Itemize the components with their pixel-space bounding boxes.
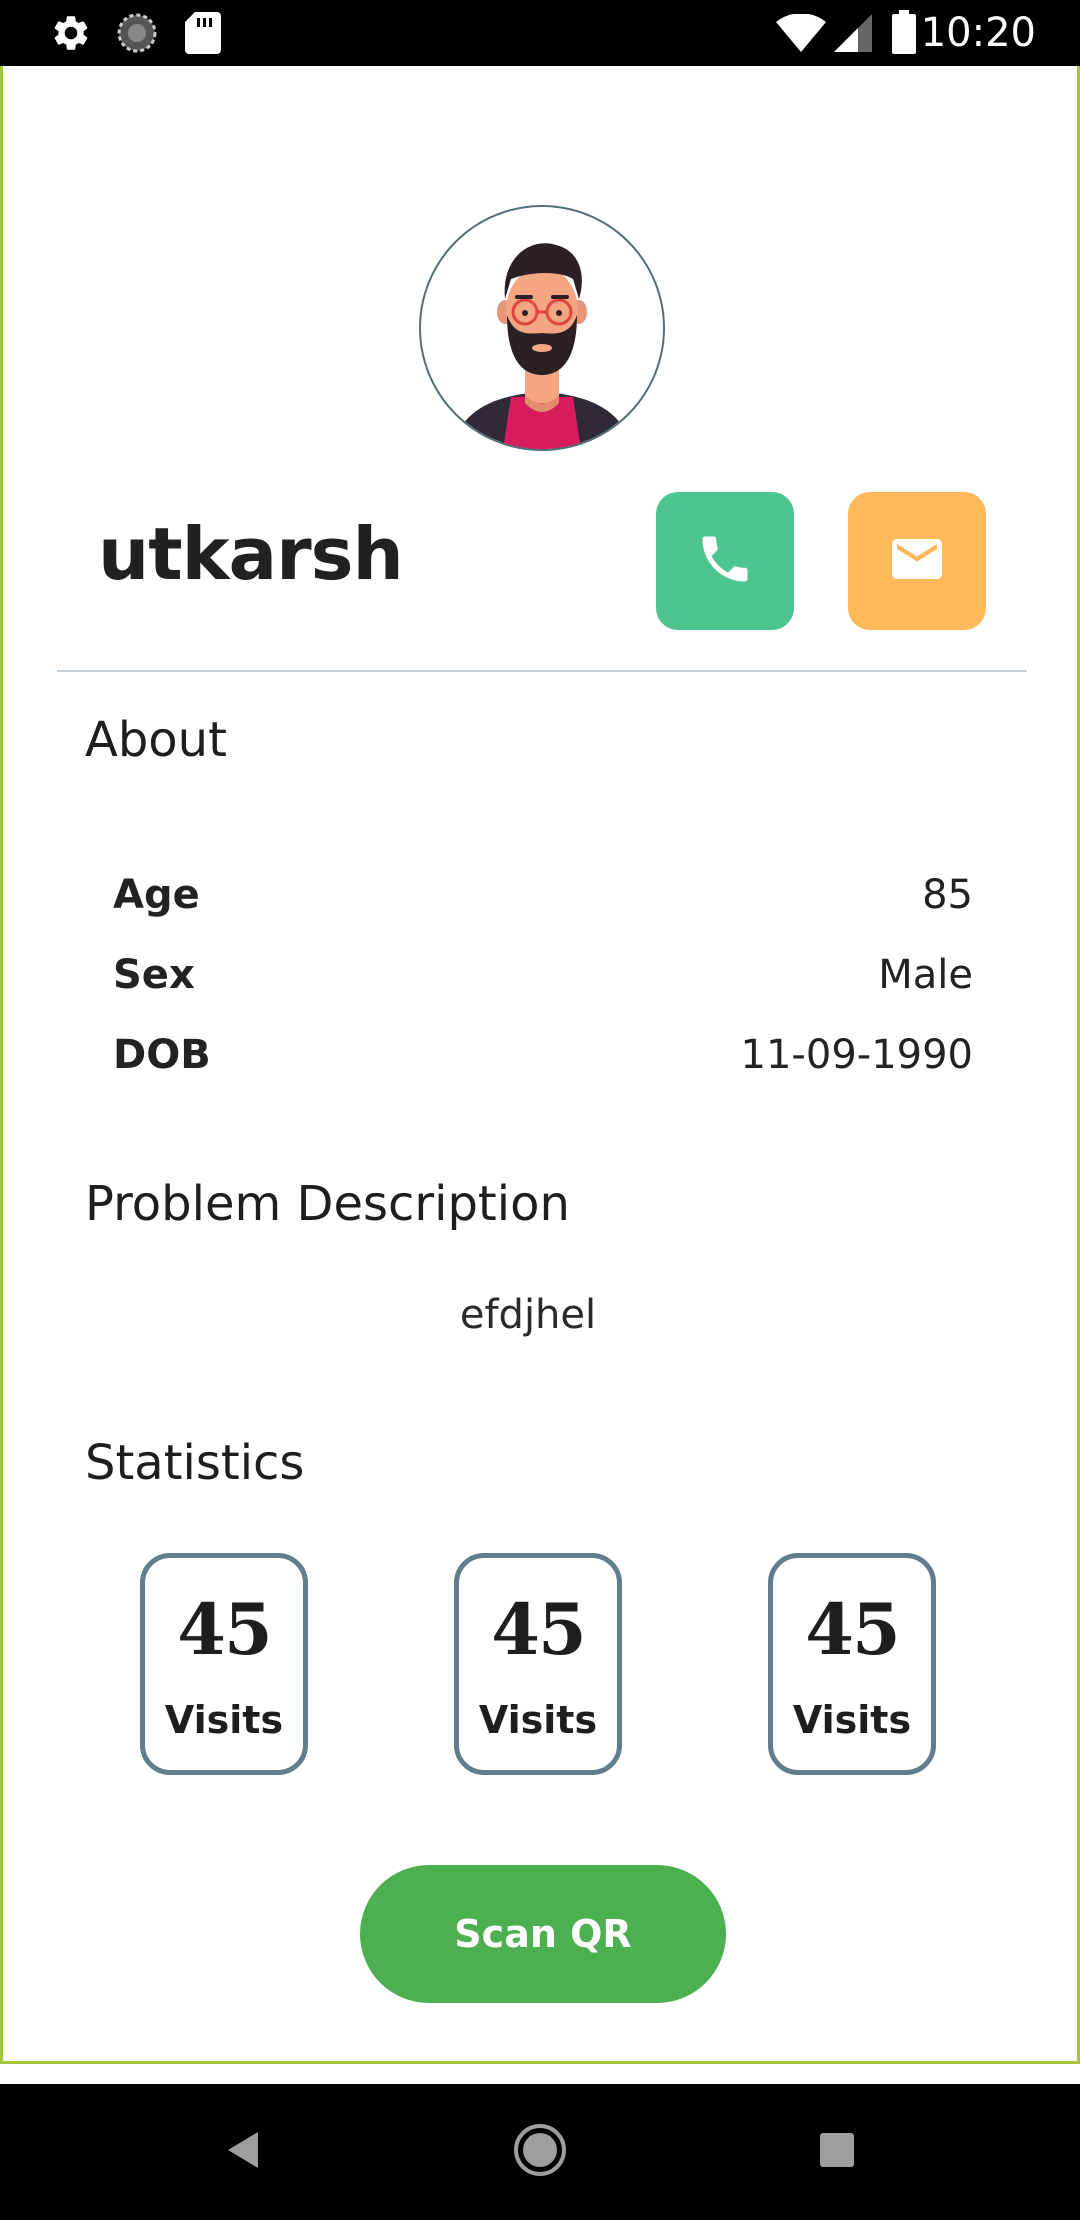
dob-value: 11-09-1990 (740, 1032, 973, 1078)
avatar (419, 205, 665, 451)
battery-icon (892, 10, 916, 59)
sex-value: Male (878, 952, 973, 998)
problem-description-text: efdjhel (459, 1292, 597, 1338)
stat-label: Visits (164, 1698, 284, 1742)
recents-icon (819, 2132, 855, 2173)
age-label: Age (113, 872, 200, 918)
home-icon (513, 2123, 567, 2182)
problem-description-heading: Problem Description (85, 1176, 570, 1232)
stat-card: 45 Visits (768, 1553, 936, 1775)
call-button[interactable] (656, 492, 794, 630)
about-row-dob: DOB 11-09-1990 (113, 1032, 973, 1092)
divider (57, 670, 1027, 672)
stat-label: Visits (792, 1698, 912, 1742)
age-value: 85 (922, 872, 973, 918)
statistics-heading: Statistics (85, 1435, 305, 1491)
home-button[interactable] (480, 2084, 600, 2220)
stat-card: 45 Visits (140, 1553, 308, 1775)
settings-icon (50, 12, 92, 59)
stat-card: 45 Visits (454, 1553, 622, 1775)
profile-screen: utkarsh About Age 85 Sex Male DOB 11-09-… (0, 66, 1080, 2064)
recents-button[interactable] (777, 2084, 897, 2220)
sd-card-icon (185, 12, 221, 59)
status-bar: 10:20 (0, 0, 1080, 66)
dob-label: DOB (113, 1032, 211, 1078)
avatar-man-icon (451, 243, 633, 449)
stat-value: 45 (177, 1588, 272, 1671)
about-row-sex: Sex Male (113, 952, 973, 1012)
scan-qr-button[interactable]: Scan QR (360, 1865, 726, 2003)
stat-label: Visits (478, 1698, 598, 1742)
navigation-bar (0, 2084, 1080, 2220)
clock: 10:20 (920, 10, 1036, 56)
mail-icon (887, 529, 947, 594)
about-row-age: Age 85 (113, 872, 973, 932)
stat-value: 45 (491, 1588, 586, 1671)
back-button[interactable] (182, 2084, 302, 2220)
email-button[interactable] (848, 492, 986, 630)
signal-icon (834, 14, 872, 57)
sex-label: Sex (113, 952, 195, 998)
wifi-icon (776, 13, 826, 57)
sync-icon (116, 12, 158, 59)
phone-icon (695, 529, 755, 594)
user-name: utkarsh (98, 512, 404, 596)
stat-value: 45 (805, 1588, 900, 1671)
about-heading: About (85, 712, 227, 768)
back-icon (224, 2130, 260, 2175)
